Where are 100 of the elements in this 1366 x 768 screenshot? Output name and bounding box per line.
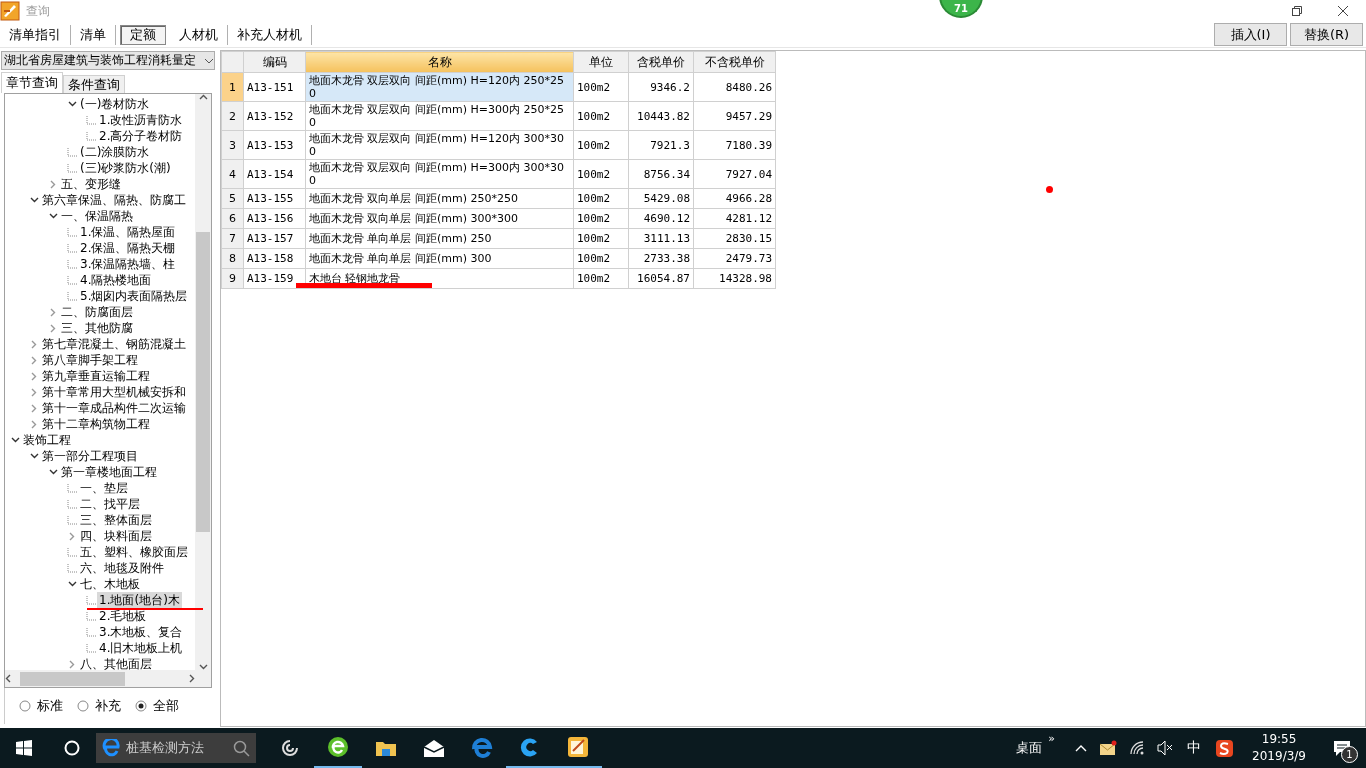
- tree-item[interactable]: 装饰工程: [21, 432, 73, 448]
- circle-icon[interactable]: [64, 740, 80, 756]
- scroll-up-icon[interactable]: [198, 94, 208, 101]
- windows-start-icon[interactable]: [16, 740, 32, 756]
- tree-item[interactable]: 第九章垂直运输工程: [40, 368, 152, 384]
- tree-item[interactable]: 3.木地板、复合: [97, 624, 185, 640]
- tree-item[interactable]: 二、防腐面层: [59, 304, 135, 320]
- chevron-right-icon[interactable]: [30, 339, 38, 349]
- chevron-right-icon[interactable]: [68, 531, 76, 541]
- tree-item[interactable]: 三、其他防腐: [59, 320, 135, 336]
- tree-item[interactable]: (二)涂膜防水: [78, 144, 152, 160]
- insert-button[interactable]: 插入(I): [1214, 23, 1287, 46]
- row-number[interactable]: 6: [221, 208, 244, 229]
- column-header[interactable]: 不含税单价: [693, 51, 776, 73]
- mail-icon[interactable]: [423, 738, 445, 758]
- clock-time[interactable]: 19:55: [1261, 731, 1297, 748]
- scroll-left-icon[interactable]: [5, 674, 12, 683]
- tree-item[interactable]: 第一章楼地面工程: [59, 464, 159, 480]
- tab[interactable]: 人材机: [170, 24, 228, 45]
- scroll-right-icon[interactable]: [188, 674, 195, 683]
- browser-e-icon[interactable]: [327, 736, 349, 758]
- tree-item[interactable]: 第八章脚手架工程: [40, 352, 140, 368]
- chevron-down-icon[interactable]: [48, 212, 58, 220]
- tree-item[interactable]: 3.保温隔热墙、柱: [78, 256, 178, 272]
- replace-button[interactable]: 替换(R): [1290, 23, 1363, 46]
- column-header[interactable]: 名称: [305, 51, 574, 73]
- tree-item[interactable]: (三)砂浆防水(潮): [78, 160, 173, 176]
- chevron-right-icon[interactable]: [49, 307, 57, 317]
- tree-item[interactable]: 5.烟囱内表面隔热层: [78, 288, 190, 304]
- tree-item[interactable]: 第一部分工程项目: [40, 448, 140, 464]
- overflow-chevron[interactable]: »: [1048, 732, 1070, 745]
- close-icon[interactable]: [1337, 5, 1349, 17]
- mail-icon[interactable]: [1099, 740, 1118, 756]
- chevron-down-icon[interactable]: [48, 468, 58, 476]
- row-number[interactable]: 4: [221, 159, 244, 189]
- restore-icon[interactable]: [1291, 5, 1303, 17]
- tree-item[interactable]: 4.旧木地板上机: [97, 640, 185, 656]
- row-number[interactable]: 1: [221, 72, 244, 102]
- tree-item[interactable]: 1.保温、隔热屋面: [78, 224, 178, 240]
- tree-item[interactable]: 第十二章构筑物工程: [40, 416, 152, 432]
- column-header[interactable]: 编码: [243, 51, 306, 73]
- tab[interactable]: 清单: [71, 24, 116, 45]
- tab[interactable]: 条件查询: [63, 75, 125, 93]
- tree-item[interactable]: 2.高分子卷材防: [97, 128, 185, 144]
- row-number[interactable]: 8: [221, 248, 244, 269]
- search-icon[interactable]: [233, 739, 250, 757]
- vertical-scrollbar[interactable]: [195, 94, 211, 670]
- horizontal-scrollbar[interactable]: [5, 670, 195, 687]
- chevron-right-icon[interactable]: [30, 403, 38, 413]
- tree-item[interactable]: 四、块料面层: [78, 528, 154, 544]
- scrollbar-thumb[interactable]: [20, 671, 125, 686]
- tree-item[interactable]: 1.地面(地台)木: [97, 592, 182, 608]
- tree-item[interactable]: 六、地毯及附件: [78, 560, 166, 576]
- tree-item[interactable]: 第七章混凝土、钢筋混凝土: [40, 336, 188, 352]
- library-dropdown[interactable]: 湖北省房屋建筑与装饰工程消耗量定: [1, 51, 215, 70]
- chevron-right-icon[interactable]: [68, 659, 76, 669]
- chevron-down-icon[interactable]: [29, 452, 39, 460]
- chevron-down-icon[interactable]: [67, 580, 77, 588]
- tab[interactable]: 定额: [120, 24, 166, 45]
- wifi-icon[interactable]: [1129, 740, 1146, 756]
- tree-item[interactable]: 第六章保温、隔热、防腐工: [40, 192, 188, 208]
- chevron-right-icon[interactable]: [49, 179, 57, 189]
- tree-item[interactable]: 一、垫层: [78, 480, 130, 496]
- chevron-down-icon[interactable]: [29, 196, 39, 204]
- mute-icon[interactable]: [1157, 740, 1174, 756]
- chevron-down-icon[interactable]: [67, 100, 77, 108]
- tab[interactable]: 章节查询: [1, 72, 63, 93]
- row-number[interactable]: 9: [221, 268, 244, 289]
- chevron-right-icon[interactable]: [49, 323, 57, 333]
- tree-item[interactable]: 1.改性沥青防水: [97, 112, 185, 128]
- tree-item[interactable]: 三、整体面层: [78, 512, 154, 528]
- radio-button[interactable]: [19, 700, 31, 712]
- swirl-icon[interactable]: [280, 738, 300, 758]
- tree-item[interactable]: 七、木地板: [78, 576, 142, 592]
- row-number[interactable]: 2: [221, 101, 244, 131]
- tree-item[interactable]: 4.隔热楼地面: [78, 272, 154, 288]
- row-number[interactable]: 5: [221, 188, 244, 209]
- tab[interactable]: 补充人材机: [228, 24, 312, 45]
- tree-item[interactable]: (一)卷材防水: [78, 96, 152, 112]
- tab[interactable]: 清单指引: [0, 24, 71, 45]
- tree-item[interactable]: 一、保温隔热: [59, 208, 135, 224]
- chevron-up-icon[interactable]: [1075, 743, 1088, 753]
- tree-item[interactable]: 五、塑料、橡胶面层: [78, 544, 190, 560]
- row-number[interactable]: 3: [221, 130, 244, 160]
- chevron-down-icon[interactable]: [10, 436, 20, 444]
- tree-item[interactable]: 2.毛地板: [97, 608, 149, 624]
- row-number[interactable]: 7: [221, 228, 244, 249]
- chevron-right-icon[interactable]: [30, 419, 38, 429]
- radio-button[interactable]: [135, 700, 147, 712]
- tree-item[interactable]: 2.保温、隔热天棚: [78, 240, 178, 256]
- tree-item[interactable]: 二、找平层: [78, 496, 142, 512]
- notepad-icon[interactable]: [567, 736, 589, 758]
- column-header[interactable]: 含税单价: [628, 51, 694, 73]
- radio-button[interactable]: [77, 700, 89, 712]
- column-header[interactable]: 单位: [573, 51, 629, 73]
- tree-item[interactable]: 第十章常用大型机械安拆和: [40, 384, 188, 400]
- search-field[interactable]: 桩基检测方法: [96, 733, 256, 763]
- tree-item[interactable]: 第十一章成品构件二次运输: [40, 400, 188, 416]
- chevron-right-icon[interactable]: [30, 387, 38, 397]
- input-method-icon[interactable]: [1215, 738, 1235, 758]
